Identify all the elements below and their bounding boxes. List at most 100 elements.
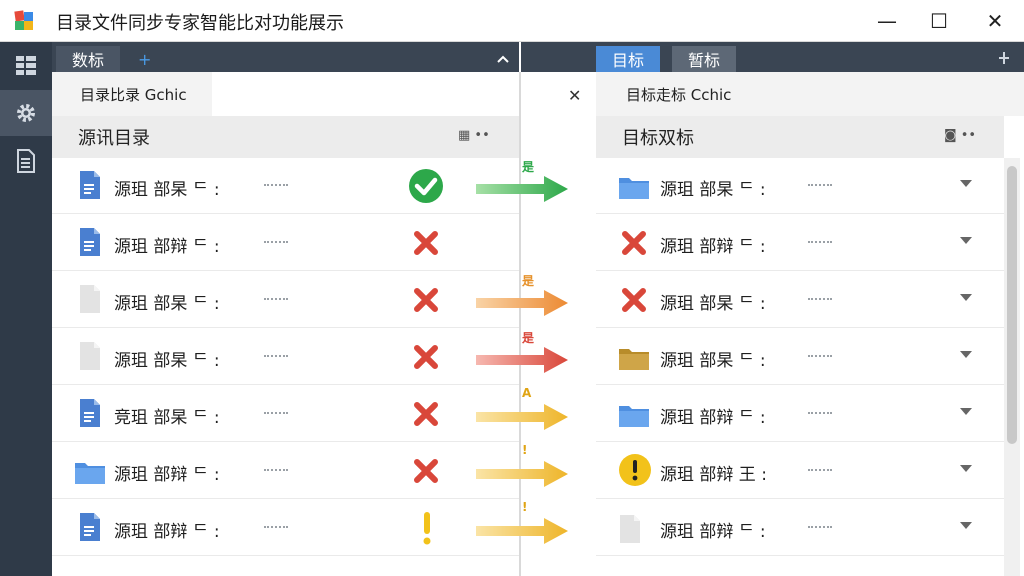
left-row-label: 竞珇 部杲 ᄃ :: [114, 408, 220, 428]
left-row[interactable]: 源珇 部杲 ᄃ :: [52, 329, 519, 385]
right-row-meta: [808, 241, 832, 243]
arrow-right-icon: [474, 402, 570, 436]
tab-right-target[interactable]: 目标: [596, 46, 661, 72]
left-row-meta: [264, 526, 288, 528]
tab-left-main[interactable]: 数标: [56, 46, 121, 72]
pin-icon[interactable]: [996, 50, 1012, 66]
right-row[interactable]: 源珇 部辩 ᄃ :: [596, 215, 1004, 271]
left-row[interactable]: 竞珇 部杲 ᄃ :: [52, 386, 519, 442]
doc-blue-icon: [78, 399, 102, 432]
gear-icon: [17, 104, 35, 122]
sync-arrow: !: [474, 443, 574, 495]
left-row-meta: [264, 355, 288, 357]
left-row[interactable]: 源珇 部杲 ᄃ :: [52, 272, 519, 328]
arrow-right-icon: [474, 174, 570, 208]
left-row[interactable]: 源珇 部辩 ᄃ :: [52, 215, 519, 271]
left-row-label: 源珇 部辩 ᄃ :: [114, 522, 220, 542]
add-tab-icon[interactable]: +: [138, 50, 151, 69]
right-row[interactable]: 源珇 部辩 ᄃ :: [596, 500, 1004, 556]
chevron-up-icon[interactable]: [496, 54, 510, 64]
right-subtab[interactable]: 目标走标 Cchic: [596, 72, 1024, 116]
arrow-label: !: [522, 443, 528, 457]
left-subtab[interactable]: 目录比录 Gchic: [52, 72, 212, 116]
right-row-label: 源珇 部辩 ᄃ :: [660, 522, 766, 542]
sidebar-item-settings[interactable]: [0, 90, 52, 136]
right-row[interactable]: 源珇 部杲 ᄃ :: [596, 272, 1004, 328]
right-header: 目标双标: [596, 116, 1004, 158]
cross-icon: [620, 288, 648, 318]
chevron-down-icon[interactable]: [960, 180, 972, 187]
doc-blue-icon: [78, 513, 102, 546]
arrow-label: 是: [522, 274, 535, 288]
sidebar: [0, 42, 52, 576]
status-cross-icon: [412, 345, 440, 375]
chevron-down-icon[interactable]: [960, 465, 972, 472]
arrow-right-icon: [474, 345, 570, 379]
right-row[interactable]: 源珇 部辩 ᄃ :: [596, 386, 1004, 442]
right-row-meta: [808, 355, 832, 357]
right-row[interactable]: 源珇 部辩 王 :: [596, 443, 1004, 499]
window-title: 目录文件同步专家智能比对功能展示: [56, 13, 344, 34]
sidebar-item-dashboard[interactable]: [0, 42, 52, 88]
chevron-down-icon[interactable]: [960, 408, 972, 415]
doc-blue-icon: [78, 171, 102, 204]
right-row-label: 源珇 部辩 ᄃ :: [660, 408, 766, 428]
right-row-label: 源珇 部杲 ᄃ :: [660, 180, 766, 200]
right-scrollbar[interactable]: [1004, 158, 1020, 576]
close-window-button[interactable]: ✕: [972, 0, 1018, 42]
arrow-right-icon: [474, 288, 570, 322]
warning-icon: [618, 454, 652, 491]
chevron-down-icon[interactable]: [960, 294, 972, 301]
left-row-label: 源珇 部杲 ᄃ :: [114, 180, 220, 200]
right-row-label: 源珇 部辩 ᄃ :: [660, 237, 766, 257]
status-cross-icon: [412, 288, 440, 318]
left-header: 源讯目录: [52, 116, 519, 158]
status-check-icon: [408, 169, 444, 208]
left-row[interactable]: 源珇 部辩 ᄃ :: [52, 500, 519, 556]
right-row[interactable]: 源珇 部杲 ᄃ :: [596, 158, 1004, 214]
chevron-down-icon[interactable]: [960, 237, 972, 244]
left-row[interactable]: 源珇 部杲 ᄃ :: [52, 158, 519, 214]
folder-gold-icon: [618, 349, 650, 375]
left-row-meta: [264, 412, 288, 414]
status-cross-icon: [412, 459, 440, 489]
sync-arrow: A: [474, 386, 574, 438]
left-row-meta: [264, 298, 288, 300]
chevron-down-icon[interactable]: [960, 522, 972, 529]
chevron-down-icon[interactable]: [960, 351, 972, 358]
doc-grey-icon: [78, 285, 102, 318]
tab-right-temp[interactable]: 暂标: [672, 46, 737, 72]
right-row-meta: [808, 298, 832, 300]
doc-grey-icon: [78, 342, 102, 375]
folder-blue-icon: [618, 406, 650, 432]
left-row-label: 源珇 部辩 ᄃ :: [114, 465, 220, 485]
right-row-meta: [808, 469, 832, 471]
maximize-button[interactable]: ☐: [916, 0, 962, 42]
right-row[interactable]: 源珇 部杲 ᄃ :: [596, 329, 1004, 385]
right-row-meta: [808, 412, 832, 414]
sidebar-item-documents[interactable]: [0, 138, 52, 184]
doc-blue-icon: [78, 228, 102, 261]
left-row-meta: [264, 184, 288, 186]
left-row-label: 源珇 部杲 ᄃ :: [114, 294, 220, 314]
status-cross-icon: [412, 231, 440, 261]
close-compare-button[interactable]: ✕: [568, 86, 581, 105]
sync-arrow: 是: [474, 160, 574, 210]
arrow-label: 是: [522, 331, 535, 345]
right-header-actions[interactable]: ◙ ••: [944, 128, 976, 143]
right-row-meta: [808, 184, 832, 186]
left-tab-strip: [52, 42, 519, 72]
pane-divider[interactable]: [519, 72, 521, 576]
arrow-label: 是: [522, 160, 535, 174]
folder-blue-icon: [74, 463, 106, 489]
document-list-icon: [17, 149, 35, 173]
left-header-actions[interactable]: ▦ ••: [458, 128, 490, 143]
scroll-thumb[interactable]: [1007, 166, 1017, 444]
right-row-label: 源珇 部杲 ᄃ :: [660, 294, 766, 314]
left-row[interactable]: 源珇 部辩 ᄃ :: [52, 443, 519, 499]
left-row-meta: [264, 241, 288, 243]
arrow-label: A: [522, 386, 532, 400]
minimize-button[interactable]: —: [864, 0, 910, 42]
arrow-label: !: [522, 500, 528, 514]
title-bar: 目录文件同步专家智能比对功能展示 — ☐ ✕: [0, 0, 1024, 42]
